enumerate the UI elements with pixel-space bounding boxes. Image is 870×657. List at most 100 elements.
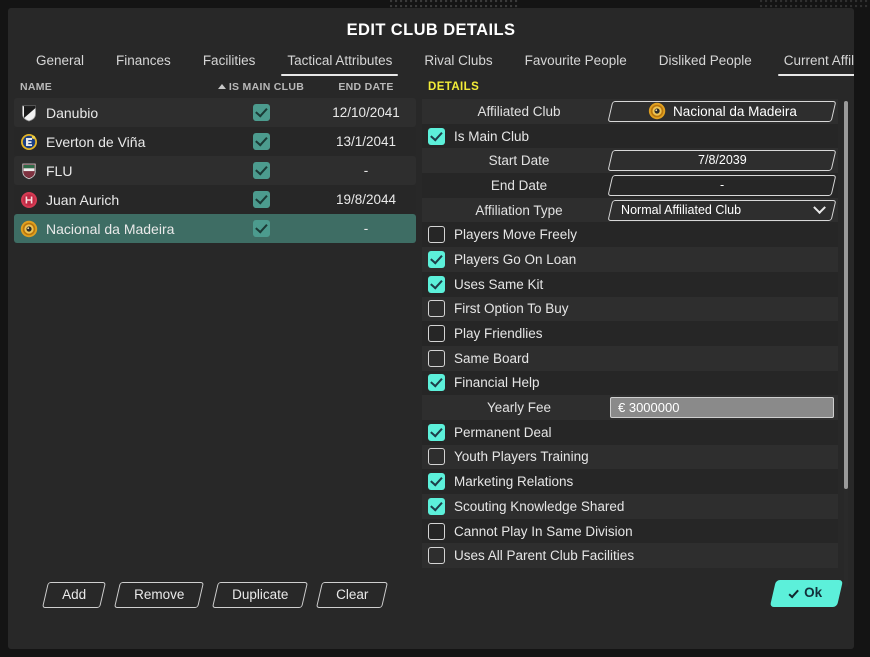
checkbox-checked-icon[interactable] — [252, 133, 270, 150]
checkbox-unchecked-icon-cannot-play-in-same-division[interactable] — [428, 522, 445, 540]
details-row: Marketing Relations — [422, 469, 838, 494]
field-value-affiliated-club[interactable]: Nacional da Madeira — [607, 101, 837, 122]
end-date-cell: 12/10/2041 — [332, 105, 400, 120]
end-date-cell: - — [363, 163, 369, 178]
checkbox-checked-icon-permanent-deal[interactable] — [428, 423, 445, 441]
tab-finances[interactable]: Finances — [100, 53, 187, 76]
table-row[interactable]: Everton de Viña 13/1/2041 — [14, 127, 416, 156]
ok-button-wrap: Ok — [769, 579, 844, 606]
remove-button-label: Remove — [133, 587, 184, 602]
column-header-end-date[interactable]: END DATE — [316, 81, 416, 93]
check-icon — [788, 586, 799, 598]
remove-button[interactable]: Remove — [113, 582, 204, 608]
checkbox-unchecked-icon-first-option-to-buy[interactable] — [428, 300, 445, 318]
details-row: Financial Help — [422, 370, 838, 396]
end-date-cell: 19/8/2044 — [335, 192, 397, 207]
field-value-start-date[interactable]: 7/8/2039 — [607, 150, 837, 171]
checkbox-checked-icon-uses-same-kit[interactable] — [428, 275, 445, 293]
checkbox-unchecked-icon-players-move-freely[interactable] — [428, 226, 445, 244]
checkbox-checked-icon-financial-help[interactable] — [428, 374, 445, 392]
checkbox-checked-icon-marketing-relations[interactable] — [428, 473, 445, 491]
details-row: Yearly Fee € 3000000 — [422, 395, 838, 420]
checkbox-checked-icon-players-go-on-loan[interactable] — [428, 250, 445, 268]
details-row: Start Date 7/8/2039 — [422, 148, 838, 174]
table-row[interactable]: FLU - — [14, 156, 416, 185]
details-row: First Option To Buy — [422, 296, 838, 322]
details-row: Same Board — [422, 345, 838, 371]
details-row: Players Go On Loan — [422, 247, 838, 272]
ascending-sort-arrow-icon — [217, 83, 226, 89]
list-header-row: NAME IS MAIN CLUB END DATE — [8, 76, 422, 98]
club-name: Danubio — [46, 104, 99, 121]
danubio-club-badge — [20, 104, 38, 122]
details-row: Players Move Freely — [422, 222, 838, 248]
checkbox-unchecked-icon-same-board[interactable] — [428, 349, 445, 367]
details-header: DETAILS — [428, 81, 480, 93]
duplicate-button-label: Duplicate — [231, 587, 289, 602]
checkbox-checked-icon[interactable] — [252, 220, 270, 237]
details-scrollbar-thumb[interactable] — [844, 101, 848, 489]
nacional-da-madeira-club-badge — [20, 220, 38, 238]
is-main-club-cell[interactable] — [206, 104, 316, 121]
juan-aurich-club-badge — [20, 191, 38, 209]
tab-bar: General Finances Facilities Tactical Attrib… — [8, 42, 854, 76]
tab-general[interactable]: General — [20, 53, 100, 76]
details-row: Uses Same Kit — [422, 271, 838, 297]
checkbox-unchecked-icon-youth-players-training[interactable] — [428, 448, 445, 466]
field-value-text-start-date: 7/8/2039 — [697, 153, 747, 168]
list-action-buttons: Add Remove Duplicate Clear — [8, 582, 422, 608]
end-date-cell: 13/1/2041 — [335, 134, 397, 149]
affiliations-list: Danubio 12/10/2041 Everton de Viña 13/1/204… — [8, 98, 422, 243]
affiliations-list-pane: NAME IS MAIN CLUB END DATE Danubio 12/10/… — [8, 76, 422, 616]
everton-de-vina-club-badge — [20, 133, 38, 151]
checkbox-checked-icon[interactable] — [252, 191, 270, 208]
yearly-fee-input[interactable]: € 3000000 — [610, 397, 834, 418]
club-name: Everton de Viña — [46, 133, 146, 150]
table-row[interactable]: Nacional da Madeira - — [14, 214, 416, 243]
field-value-text-affiliated-club: Nacional da Madeira — [672, 103, 797, 119]
details-row: Permanent Deal — [422, 419, 838, 445]
tab-rival-clubs[interactable]: Rival Clubs — [408, 53, 508, 76]
tab-tactical-attributes[interactable]: Tactical Attributes — [271, 53, 408, 76]
column-header-is-main-club[interactable]: IS MAIN CLUB — [206, 81, 316, 93]
checkbox-checked-icon[interactable] — [252, 162, 270, 179]
is-main-club-cell[interactable] — [206, 220, 316, 237]
checkbox-unchecked-icon-uses-all-parent-club-facilities[interactable] — [428, 547, 445, 565]
table-row[interactable]: Danubio 12/10/2041 — [14, 98, 416, 127]
checkbox-label-permanent-deal: Permanent Deal — [454, 424, 552, 440]
details-row: Play Friendlies — [422, 321, 838, 346]
checkbox-checked-icon[interactable] — [252, 104, 270, 121]
ok-button[interactable]: Ok — [769, 579, 844, 606]
field-value-end-date[interactable]: - — [607, 175, 837, 196]
nacional-da-madeira-club-badge — [648, 102, 666, 120]
tab-current-affiliations[interactable]: Current Affiliations — [768, 53, 854, 76]
checkbox-checked-icon-is-main-club[interactable] — [428, 127, 445, 145]
checkbox-label-play-friendlies: Play Friendlies — [454, 326, 543, 342]
checkbox-checked-icon-scouting-knowledge-shared[interactable] — [428, 497, 445, 515]
add-button-label: Add — [61, 587, 86, 602]
is-main-club-cell[interactable] — [206, 162, 316, 179]
add-button[interactable]: Add — [41, 582, 106, 608]
club-name: FLU — [46, 162, 73, 179]
checkbox-label-financial-help: Financial Help — [454, 375, 540, 391]
tab-facilities[interactable]: Facilities — [187, 53, 272, 76]
clear-button[interactable]: Clear — [316, 582, 389, 608]
details-row: Cannot Play In Same Division — [422, 518, 838, 544]
checkbox-label-scouting-knowledge-shared: Scouting Knowledge Shared — [454, 498, 625, 514]
details-pane: DETAILS Affiliated Club Nacional da Madei… — [422, 76, 854, 616]
details-row: Youth Players Training — [422, 444, 838, 470]
details-row: Scouting Knowledge Shared — [422, 494, 838, 519]
is-main-club-cell[interactable] — [206, 133, 316, 150]
field-value-affiliation-type[interactable]: Normal Affiliated Club — [607, 199, 837, 221]
checkbox-label-uses-all-parent-club-facilities: Uses All Parent Club Facilities — [454, 548, 635, 564]
column-header-is-main-club-label: IS MAIN CLUB — [228, 81, 305, 93]
tab-disliked-people[interactable]: Disliked People — [643, 53, 768, 76]
checkbox-unchecked-icon-play-friendlies[interactable] — [428, 325, 445, 343]
details-row: Uses All Parent Club Facilities — [422, 543, 838, 569]
duplicate-button[interactable]: Duplicate — [211, 582, 309, 608]
tab-favourite-people[interactable]: Favourite People — [509, 53, 643, 76]
table-row[interactable]: Juan Aurich 19/8/2044 — [14, 185, 416, 214]
column-header-name[interactable]: NAME — [14, 81, 206, 93]
is-main-club-cell[interactable] — [206, 191, 316, 208]
checkbox-label-first-option-to-buy: First Option To Buy — [454, 301, 569, 317]
